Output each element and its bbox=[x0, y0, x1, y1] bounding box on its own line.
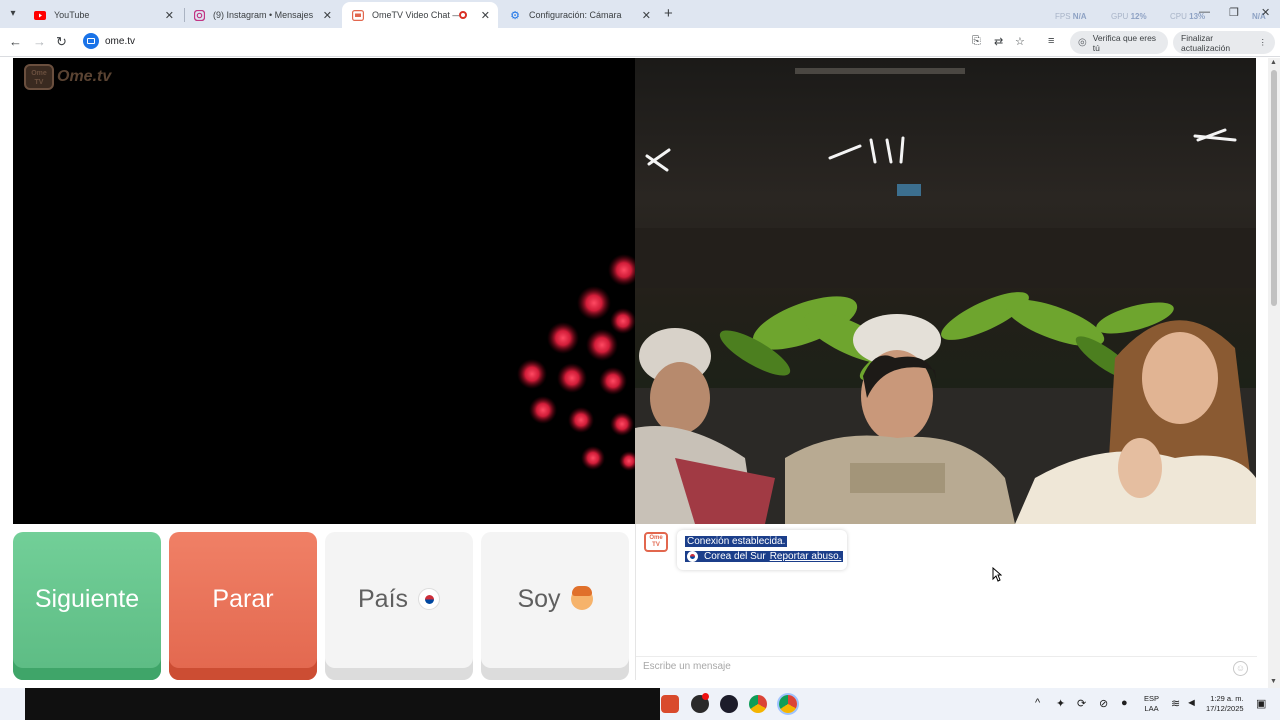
instagram-icon bbox=[193, 9, 205, 21]
verify-button[interactable]: ◎ Verifica que eres tú bbox=[1070, 31, 1168, 54]
tab-ometv[interactable]: OmeTV Video Chat — Ome ✕ bbox=[342, 2, 498, 28]
local-video: Ome TV Ome.tv bbox=[13, 58, 635, 524]
perf-fps: FPS N/A bbox=[1055, 12, 1087, 21]
stranger-country: Corea del Sur bbox=[704, 551, 766, 562]
chat-panel: Ome TV Conexión establecida. Corea del S… bbox=[635, 524, 1257, 680]
wifi-icon[interactable]: ≋ bbox=[1171, 697, 1180, 710]
translate-icon[interactable]: ⇄ bbox=[994, 35, 1003, 48]
app-icon-red[interactable] bbox=[661, 695, 679, 713]
close-tab-icon[interactable]: ✕ bbox=[642, 9, 651, 22]
sync-icon[interactable]: ⟳ bbox=[1077, 697, 1086, 710]
volume-icon[interactable]: ◄ bbox=[1186, 697, 1197, 709]
new-tab-button[interactable]: + bbox=[664, 5, 673, 22]
message-input[interactable] bbox=[643, 661, 1223, 672]
stranger-country-line: Corea del Sur Reportar abuso. bbox=[685, 551, 844, 562]
tab-title: OmeTV Video Chat — Ome bbox=[372, 10, 459, 20]
red-light-pattern bbox=[517, 254, 635, 471]
bookmark-star-icon[interactable]: ☆ bbox=[1015, 35, 1025, 48]
update-button[interactable]: Finalizar actualización ⋮ bbox=[1173, 31, 1275, 54]
ometv-avatar: Ome TV bbox=[644, 532, 668, 552]
chrome-icon[interactable] bbox=[749, 695, 767, 713]
remote-video-scene bbox=[635, 68, 1256, 524]
scroll-down-icon[interactable]: ▼ bbox=[1270, 678, 1277, 685]
close-window-icon[interactable]: ✕ bbox=[1261, 6, 1270, 19]
tab-title: Configuración: Cámara bbox=[529, 10, 622, 20]
tab-title: (9) Instagram • Mensajes bbox=[213, 10, 314, 20]
input-language[interactable]: ESP LAA bbox=[1144, 694, 1159, 714]
notification-dot bbox=[702, 693, 709, 700]
mouse-cursor-icon bbox=[992, 567, 1002, 582]
tab-youtube[interactable]: YouTube ✕ bbox=[24, 2, 182, 28]
page-content: Ome TV Ome.tv Siguiente Parar País Soy O… bbox=[0, 58, 1280, 688]
scroll-thumb[interactable] bbox=[1271, 70, 1277, 306]
logo-badge: Ome TV bbox=[24, 64, 54, 90]
gear-icon: ⚙ bbox=[510, 9, 520, 22]
country-label: País bbox=[357, 584, 409, 613]
stop-button[interactable]: Parar bbox=[169, 532, 317, 680]
taskbar-black-region bbox=[25, 688, 660, 720]
minimize-icon[interactable]: — bbox=[1199, 6, 1210, 18]
stop-label: Parar bbox=[212, 584, 274, 613]
site-info-icon[interactable] bbox=[83, 33, 99, 49]
dropbox-icon[interactable]: ✦ bbox=[1056, 697, 1065, 710]
update-label: Finalizar actualización bbox=[1181, 32, 1231, 53]
chevron-up-icon[interactable]: ^ bbox=[1035, 697, 1040, 709]
cloud-off-icon[interactable]: ⊘ bbox=[1099, 697, 1108, 710]
close-tab-icon[interactable]: ✕ bbox=[165, 9, 174, 22]
back-icon[interactable]: ← bbox=[9, 34, 22, 49]
south-korea-flag-icon bbox=[687, 551, 698, 562]
logo-text: Ome.tv bbox=[57, 68, 112, 85]
verify-icon: ◎ bbox=[1078, 37, 1087, 48]
install-app-icon[interactable]: ⎘ bbox=[972, 35, 981, 48]
perf-gpu: GPU 12% bbox=[1111, 12, 1147, 21]
tab-camera-settings[interactable]: ⚙ Configuración: Cámara ✕ bbox=[499, 2, 659, 28]
south-korea-flag-icon bbox=[418, 588, 441, 610]
recording-icon bbox=[458, 11, 467, 19]
gender-button[interactable]: Soy bbox=[481, 532, 629, 680]
tab-instagram[interactable]: (9) Instagram • Mensajes ✕ bbox=[183, 2, 340, 28]
ometv-logo[interactable]: Ome TV Ome.tv bbox=[24, 64, 111, 90]
forward-icon[interactable]: → bbox=[33, 34, 46, 49]
close-tab-icon[interactable]: ✕ bbox=[323, 9, 332, 22]
media-controls-icon[interactable]: ≡ bbox=[1048, 35, 1054, 47]
ometv-icon bbox=[352, 9, 364, 21]
next-label: Siguiente bbox=[34, 584, 140, 613]
browser-toolbar: ← → ↻ ome.tv ⎘ ⇄ ☆ ≡ ◎ Verifica que eres… bbox=[0, 28, 1280, 57]
system-message-bubble: Conexión establecida. Corea del Sur Repo… bbox=[677, 530, 847, 570]
report-abuse-link[interactable]: Reportar abuso. bbox=[770, 551, 842, 562]
emoji-icon[interactable]: ☺ bbox=[1233, 661, 1248, 676]
scroll-up-icon[interactable]: ▲ bbox=[1270, 59, 1277, 66]
os-taskbar: ^ ✦ ⟳ ⊘ ● ESP LAA ≋ ◄ 1:29 a. m. 17/12/2… bbox=[0, 688, 1280, 720]
more-menu-icon[interactable]: ⋮ bbox=[1259, 37, 1268, 48]
youtube-icon bbox=[34, 9, 46, 21]
tab-title: YouTube bbox=[54, 10, 90, 20]
page-scrollbar[interactable]: ▲ ▼ bbox=[1268, 58, 1280, 688]
close-tab-icon[interactable]: ✕ bbox=[481, 9, 490, 22]
verify-label: Verifica que eres tú bbox=[1092, 32, 1157, 53]
next-button[interactable]: Siguiente bbox=[13, 532, 161, 680]
remote-video bbox=[635, 58, 1256, 524]
country-button[interactable]: País bbox=[325, 532, 473, 680]
notifications-icon[interactable]: ▣ bbox=[1256, 697, 1266, 710]
tab-strip: ▾ YouTube ✕ (9) Instagram • Mensajes ✕ O… bbox=[0, 0, 1280, 28]
chrome-profile-icon[interactable] bbox=[779, 695, 797, 713]
boy-face-icon bbox=[570, 586, 593, 610]
app-icon-grid[interactable] bbox=[720, 695, 738, 713]
gender-label: Soy bbox=[517, 584, 561, 613]
tab-search-icon[interactable]: ▾ bbox=[4, 5, 22, 23]
reload-icon[interactable]: ↻ bbox=[56, 34, 67, 50]
restore-icon[interactable]: ❐ bbox=[1229, 6, 1239, 19]
microphone-icon[interactable]: ● bbox=[1121, 697, 1128, 709]
connection-status: Conexión establecida. bbox=[685, 536, 788, 547]
system-clock[interactable]: 1:29 a. m. 17/12/2025 bbox=[1206, 694, 1244, 714]
message-input-bar: ☺ bbox=[636, 656, 1257, 680]
url-text: ome.tv bbox=[105, 36, 136, 47]
